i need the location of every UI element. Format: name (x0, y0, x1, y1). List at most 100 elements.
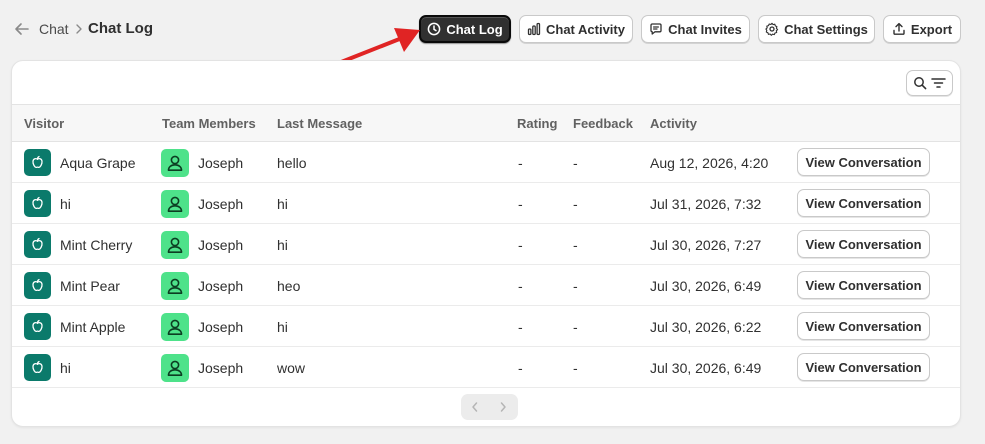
member-avatar (161, 313, 189, 341)
rating-value: - (518, 319, 523, 335)
feedback-value: - (573, 278, 578, 294)
view-conversation-button[interactable]: View Conversation (797, 312, 930, 340)
last-message: wow (277, 360, 306, 376)
column-header-activity[interactable]: Activity (650, 116, 697, 131)
column-header-feedback[interactable]: Feedback (573, 116, 633, 131)
back-arrow-icon[interactable] (12, 19, 32, 39)
chevron-right-icon (76, 24, 82, 34)
page-title: Chat Log (88, 20, 153, 37)
last-message: heo (277, 278, 301, 294)
apple-icon (32, 155, 43, 169)
bar-chart-icon (527, 22, 541, 36)
column-header-rating[interactable]: Rating (517, 116, 557, 131)
tab-chat-invites[interactable]: Chat Invites (641, 15, 750, 43)
export-button[interactable]: Export (883, 15, 961, 43)
rating-value: - (518, 237, 523, 253)
member-name: Joseph (198, 237, 244, 253)
visitor-avatar (24, 354, 51, 381)
member-avatar (161, 149, 189, 177)
activity-time: Jul 31, 2026, 7:32 (650, 196, 762, 212)
feedback-value: - (573, 237, 578, 253)
pagination (461, 394, 518, 420)
breadcrumb-parent[interactable]: Chat (39, 21, 69, 37)
person-icon (167, 196, 183, 212)
clock-icon (427, 22, 441, 36)
activity-time: Aug 12, 2026, 4:20 (650, 155, 769, 171)
person-icon (167, 237, 183, 253)
tab-label: Chat Settings (784, 21, 868, 37)
visitor-name: Mint Apple (60, 319, 126, 335)
last-message: hi (277, 319, 288, 335)
apple-icon (32, 278, 43, 292)
tab-chat-activity[interactable]: Chat Activity (519, 15, 633, 43)
activity-time: Jul 30, 2026, 6:49 (650, 278, 762, 294)
member-avatar (161, 190, 189, 218)
table-row: hi Joseph wow - - Jul 30, 2026, 6:49 Vie… (12, 347, 960, 388)
last-message: hi (277, 196, 288, 212)
filter-icon (931, 78, 946, 88)
chat-log-card: Visitor Team Members Last Message Rating… (11, 60, 961, 427)
apple-icon (32, 237, 43, 251)
feedback-value: - (573, 155, 578, 171)
tab-label: Chat Activity (546, 21, 625, 37)
member-name: Joseph (198, 196, 244, 212)
visitor-name: Mint Cherry (60, 237, 133, 253)
search-filter-button[interactable] (906, 70, 953, 96)
person-icon (167, 360, 183, 376)
member-avatar (161, 272, 189, 300)
visitor-avatar (24, 231, 51, 258)
table-row: hi Joseph hi - - Jul 31, 2026, 7:32 View… (12, 183, 960, 224)
chat-bubble-icon (650, 23, 662, 35)
next-page-button[interactable] (489, 394, 517, 420)
tab-chat-settings[interactable]: Chat Settings (758, 15, 875, 43)
member-name: Joseph (198, 360, 244, 376)
column-header-team-members[interactable]: Team Members (162, 116, 256, 131)
person-icon (167, 319, 183, 335)
rating-value: - (518, 196, 523, 212)
tab-label: Chat Log (446, 21, 503, 37)
tab-chat-log[interactable]: Chat Log (419, 15, 511, 43)
view-conversation-button[interactable]: View Conversation (797, 230, 930, 258)
view-conversation-button[interactable]: View Conversation (797, 353, 930, 381)
member-avatar (161, 231, 189, 259)
table-row: Mint Apple Joseph hi - - Jul 30, 2026, 6… (12, 306, 960, 347)
rating-value: - (518, 155, 523, 171)
column-header-last-message[interactable]: Last Message (277, 116, 362, 131)
search-icon (914, 77, 927, 90)
activity-time: Jul 30, 2026, 7:27 (650, 237, 762, 253)
last-message: hello (277, 155, 307, 171)
rating-value: - (518, 360, 523, 376)
table-row: Aqua Grape Joseph hello - - Aug 12, 2026… (12, 142, 960, 183)
visitor-name: hi (60, 196, 71, 212)
view-conversation-button[interactable]: View Conversation (797, 148, 930, 176)
previous-page-button[interactable] (461, 394, 489, 420)
member-name: Joseph (198, 155, 244, 171)
apple-icon (32, 196, 43, 210)
member-name: Joseph (198, 278, 244, 294)
member-name: Joseph (198, 319, 244, 335)
feedback-value: - (573, 319, 578, 335)
feedback-value: - (573, 196, 578, 212)
person-icon (167, 155, 183, 171)
activity-time: Jul 30, 2026, 6:22 (650, 319, 762, 335)
apple-icon (32, 319, 43, 333)
table-row: Mint Cherry Joseph hi - - Jul 30, 2026, … (12, 224, 960, 265)
view-conversation-button[interactable]: View Conversation (797, 189, 930, 217)
visitor-name: Aqua Grape (60, 155, 136, 171)
page-header: Chat Chat Log Chat Log Chat Activity Cha… (0, 0, 985, 58)
upload-icon (893, 22, 905, 35)
tab-label: Export (910, 21, 953, 37)
visitor-avatar (24, 313, 51, 340)
column-header-visitor[interactable]: Visitor (24, 116, 64, 131)
view-conversation-button[interactable]: View Conversation (797, 271, 930, 299)
table-header: Visitor Team Members Last Message Rating… (12, 104, 960, 142)
member-avatar (161, 354, 189, 382)
table-row: Mint Pear Joseph heo - - Jul 30, 2026, 6… (12, 265, 960, 306)
chevron-left-icon (472, 402, 478, 412)
last-message: hi (277, 237, 288, 253)
person-icon (167, 278, 183, 294)
rating-value: - (518, 278, 523, 294)
visitor-avatar (24, 272, 51, 299)
tab-label: Chat Invites (668, 21, 742, 37)
apple-icon (32, 360, 43, 374)
